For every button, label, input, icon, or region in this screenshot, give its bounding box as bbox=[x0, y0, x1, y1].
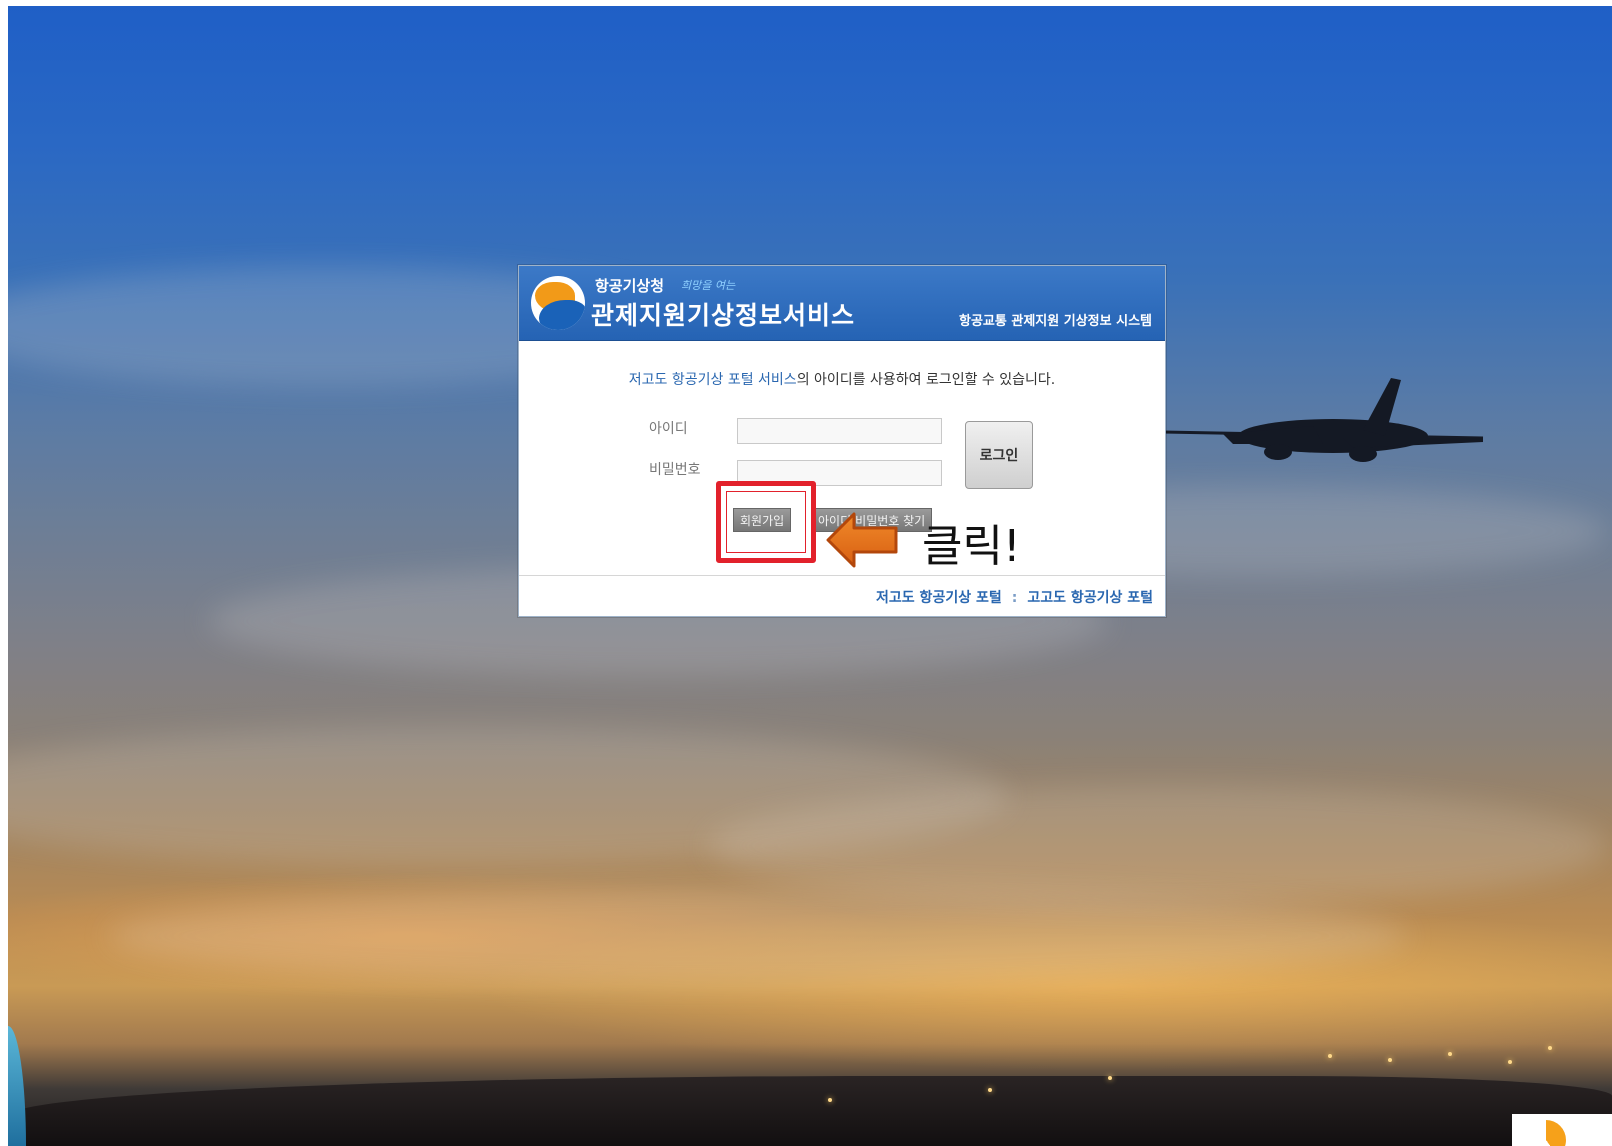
password-label: 비밀번호 bbox=[649, 462, 701, 478]
city-light bbox=[828, 1098, 832, 1102]
footer-separator: : bbox=[1011, 590, 1018, 606]
footer-links: 저고도 항공기상 포털: 고고도 항공기상 포털 bbox=[876, 587, 1153, 607]
high-altitude-portal-link[interactable]: 고고도 항공기상 포털 bbox=[1027, 590, 1153, 606]
corner-logo bbox=[1512, 1114, 1612, 1146]
city-light bbox=[1108, 1076, 1112, 1080]
low-altitude-portal-link[interactable]: 저고도 항공기상 포털 bbox=[876, 590, 1002, 606]
click-annotation: 클릭! bbox=[922, 521, 1021, 572]
service-title: 관제지원기상정보서비스 bbox=[591, 301, 856, 330]
slide-decoration bbox=[8, 1026, 26, 1146]
id-input[interactable] bbox=[737, 418, 942, 444]
left-arrow-icon bbox=[826, 512, 898, 568]
city-light bbox=[1328, 1054, 1332, 1058]
org-name: 항공기상청 bbox=[595, 277, 665, 295]
city-light bbox=[1508, 1060, 1512, 1064]
panel-header: 항공기상청 희망을 여는 관제지원기상정보서비스 항공교통 관제지원 기상정보 … bbox=[519, 266, 1165, 341]
kma-logo-icon bbox=[531, 276, 585, 330]
cloud bbox=[108, 886, 1408, 986]
id-label: 아이디 bbox=[649, 421, 688, 437]
intro-text: 저고도 항공기상 포털 서비스의 아이디를 사용하여 로그인할 수 있습니다. bbox=[519, 369, 1165, 389]
portal-service-link[interactable]: 저고도 항공기상 포털 서비스 bbox=[629, 372, 797, 388]
airplane-icon bbox=[1163, 378, 1484, 462]
login-button[interactable]: 로그인 bbox=[965, 421, 1033, 489]
panel-footer: 저고도 항공기상 포털: 고고도 항공기상 포털 bbox=[519, 575, 1165, 616]
city-light bbox=[988, 1088, 992, 1092]
city-light bbox=[1548, 1046, 1552, 1050]
org-slogan: 희망을 여는 bbox=[681, 279, 736, 292]
city-skyline bbox=[8, 1076, 1612, 1146]
sun-logo-icon bbox=[1526, 1120, 1566, 1146]
intro-rest: 의 아이디를 사용하여 로그인할 수 있습니다. bbox=[796, 372, 1056, 388]
city-light bbox=[1448, 1052, 1452, 1056]
city-light bbox=[1388, 1058, 1392, 1062]
signup-highlight-box bbox=[716, 481, 816, 563]
header-subtitle: 항공교통 관제지원 기상정보 시스템 bbox=[959, 314, 1152, 329]
